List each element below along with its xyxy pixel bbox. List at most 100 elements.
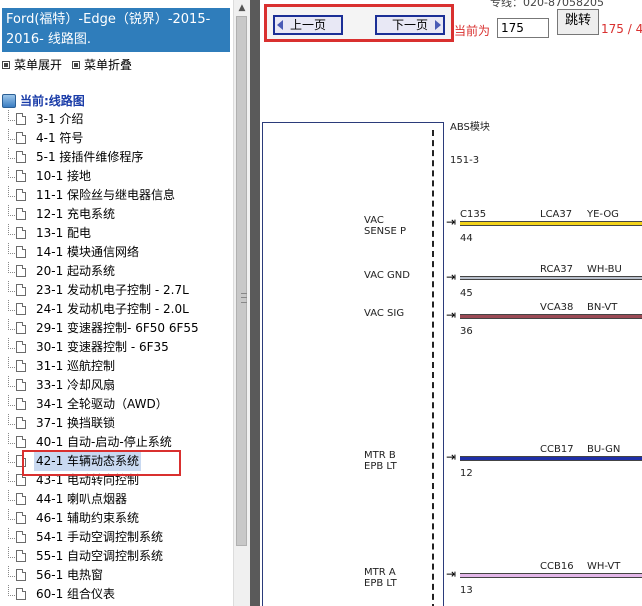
collapse-menu-button[interactable]: 菜单折叠 bbox=[72, 56, 132, 73]
tree-item-label: 31-1 巡航控制 bbox=[36, 359, 116, 373]
tree-item[interactable]: 11-1 保险丝与继电器信息 bbox=[0, 186, 233, 205]
previous-page-button[interactable]: 上一页 bbox=[273, 15, 343, 35]
tree-item-label: 55-1 自动空调控制系统 bbox=[36, 549, 164, 563]
scroll-up-arrow-icon[interactable]: ▲ bbox=[234, 0, 250, 16]
tree-item[interactable]: 60-1 组合仪表 bbox=[0, 585, 233, 604]
tree-item[interactable]: 31-1 巡航控制 bbox=[0, 357, 233, 376]
scroll-thumb[interactable] bbox=[236, 16, 247, 546]
tree-item[interactable]: 13-1 配电 bbox=[0, 224, 233, 243]
document-icon bbox=[16, 322, 26, 334]
tree-item-label: 3-1 介绍 bbox=[36, 112, 84, 126]
left-arrow-icon bbox=[277, 20, 283, 30]
tree-item[interactable]: 54-1 手动空调控制系统 bbox=[0, 528, 233, 547]
grip-icon bbox=[241, 293, 247, 303]
tree-item[interactable]: 29-1 变速器控制- 6F50 6F55 bbox=[0, 319, 233, 338]
current-page-label: 当前为 bbox=[454, 24, 491, 38]
tree-item[interactable]: 20-1 起动系统 bbox=[0, 262, 233, 281]
pin-name-secondary: EPB LT bbox=[364, 461, 397, 472]
pin-name: MTR A bbox=[364, 567, 396, 578]
selection-highlight-box bbox=[22, 450, 181, 476]
tree-item[interactable]: 37-1 换挡联锁 bbox=[0, 414, 233, 433]
tree-item-label: 56-1 电热窗 bbox=[36, 568, 104, 582]
circuit-id: CCB17 bbox=[540, 444, 574, 455]
pin-number: 12 bbox=[460, 468, 473, 479]
tree-item[interactable]: 24-1 发动机电子控制 - 2.0L bbox=[0, 300, 233, 319]
tree-item-label: 12-1 充电系统 bbox=[36, 207, 116, 221]
tree-item-label: 20-1 起动系统 bbox=[36, 264, 116, 278]
tree-item-label: 30-1 变速器控制 - 6F35 bbox=[36, 340, 169, 354]
tree-item[interactable]: 12-1 充电系统 bbox=[0, 205, 233, 224]
pin-number: 13 bbox=[460, 585, 473, 596]
right-arrow-icon bbox=[435, 20, 441, 30]
document-icon bbox=[16, 284, 26, 296]
tree-item[interactable]: 55-1 自动空调控制系统 bbox=[0, 547, 233, 566]
circuit-id: LCA37 bbox=[540, 209, 573, 220]
tree-list: 3-1 介绍 4-1 符号 5-1 接插件维修程序 10-1 接地 11-1 保险丝与继… bbox=[0, 110, 233, 604]
wiring-diagram: ABS模块 151-3 VAC SENSE P C135 44 LCA37 YE-OG ⇥ V… bbox=[260, 40, 642, 606]
tree-item[interactable]: 34-1 全轮驱动（AWD） bbox=[0, 395, 233, 414]
pin-arrow-icon: ⇥ bbox=[446, 270, 457, 284]
tree-item[interactable]: 10-1 接地 bbox=[0, 167, 233, 186]
tree-item-label: 44-1 喇叭点烟器 bbox=[36, 492, 128, 506]
page-total: 175 / 44 bbox=[601, 22, 642, 36]
tree-item[interactable]: 4-1 符号 bbox=[0, 129, 233, 148]
abs-module-box bbox=[262, 122, 444, 606]
module-ref: 151-3 bbox=[450, 155, 480, 166]
document-icon bbox=[16, 265, 26, 277]
tree-item[interactable]: 30-1 变速器控制 - 6F35 bbox=[0, 338, 233, 357]
pin-name-secondary: EPB LT bbox=[364, 578, 397, 589]
tree-item-label: 5-1 接插件维修程序 bbox=[36, 150, 144, 164]
tree-item[interactable]: 14-1 模块通信网络 bbox=[0, 243, 233, 262]
tree-item[interactable]: 5-1 接插件维修程序 bbox=[0, 148, 233, 167]
tree-item[interactable]: 44-1 喇叭点烟器 bbox=[0, 490, 233, 509]
pin-arrow-icon: ⇥ bbox=[446, 308, 457, 322]
tree-item[interactable]: 46-1 辅助约束系统 bbox=[0, 509, 233, 528]
document-icon bbox=[16, 208, 26, 220]
panel-splitter[interactable] bbox=[250, 0, 260, 606]
document-icon bbox=[16, 436, 26, 448]
pin-arrow-icon: ⇥ bbox=[446, 215, 457, 229]
wire-color-code: BU-GN bbox=[587, 444, 621, 455]
document-icon bbox=[16, 531, 26, 543]
document-icon bbox=[16, 170, 26, 182]
document-icon bbox=[16, 493, 26, 505]
next-page-label: 下一页 bbox=[391, 18, 428, 32]
wire-line bbox=[460, 276, 642, 280]
wire-color-code: WH-BU bbox=[587, 264, 622, 275]
document-icon bbox=[16, 227, 26, 239]
tree-scrollbar[interactable]: ▲ bbox=[233, 0, 250, 606]
pin-name: VAC GND bbox=[364, 270, 410, 281]
tree-item[interactable]: 23-1 发动机电子控制 - 2.7L bbox=[0, 281, 233, 300]
collapse-icon bbox=[72, 60, 81, 69]
wire-color-code: BN-VT bbox=[587, 302, 618, 313]
circuit-id: RCA37 bbox=[540, 264, 573, 275]
pin-number: 44 bbox=[460, 233, 473, 244]
tree-item-label: 4-1 符号 bbox=[36, 131, 84, 145]
tree-item[interactable]: 33-1 冷却风扇 bbox=[0, 376, 233, 395]
navigation-tree-panel: Ford(福特）-Edge（锐界）-2015-2016- 线路图. 菜单展开 菜… bbox=[0, 0, 233, 606]
tree-item-label: 60-1 组合仪表 bbox=[36, 587, 116, 601]
next-page-button[interactable]: 下一页 bbox=[375, 15, 445, 35]
connector-id: C135 bbox=[460, 209, 487, 220]
menu-controls: 菜单展开 菜单折叠 bbox=[2, 56, 132, 73]
pin-name: VAC SIG bbox=[364, 308, 405, 319]
document-icon bbox=[16, 512, 26, 524]
pin-arrow-icon: ⇥ bbox=[446, 450, 457, 464]
pin-name-secondary: SENSE P bbox=[364, 226, 407, 237]
document-icon bbox=[16, 341, 26, 353]
pin-name: VAC bbox=[364, 215, 384, 226]
jump-button[interactable]: 跳转 bbox=[557, 9, 599, 35]
pin-name: MTR B bbox=[364, 450, 396, 461]
tree-item[interactable]: 3-1 介绍 bbox=[0, 110, 233, 129]
pin-number: 36 bbox=[460, 326, 473, 337]
document-icon bbox=[16, 550, 26, 562]
document-icon bbox=[16, 398, 26, 410]
wire-color-code: YE-OG bbox=[587, 209, 619, 220]
tree-item[interactable]: 56-1 电热窗 bbox=[0, 566, 233, 585]
tree-root[interactable]: 当前:线路图 bbox=[2, 92, 85, 109]
document-icon bbox=[16, 417, 26, 429]
circuit-id: CCB16 bbox=[540, 561, 574, 572]
page-number-input[interactable] bbox=[497, 18, 549, 38]
pin-arrow-icon: ⇥ bbox=[446, 567, 457, 581]
expand-menu-button[interactable]: 菜单展开 bbox=[2, 56, 62, 73]
